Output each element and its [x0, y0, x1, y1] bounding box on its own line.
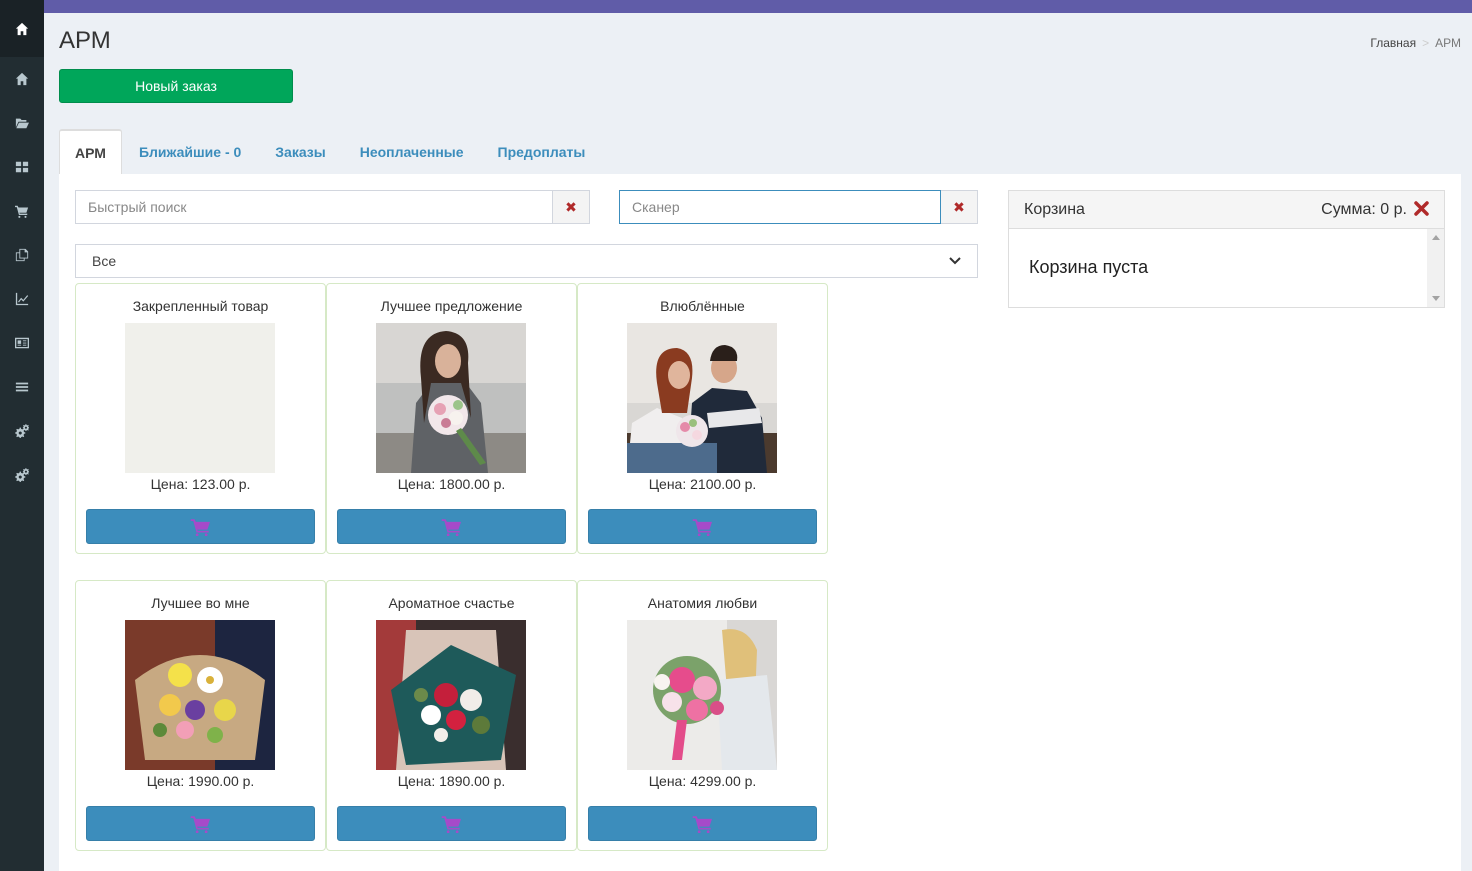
sidebar-item-settings[interactable] — [0, 409, 44, 453]
cart-header: Корзина Сумма: 0 р. — [1009, 191, 1444, 229]
sidebar-item-copies[interactable] — [0, 233, 44, 277]
sidebar-item-admin[interactable] — [0, 453, 44, 497]
product-card: Ароматное счастье Цена: 1890.00 р. — [326, 580, 577, 851]
product-price: Цена: 1890.00 р. — [397, 773, 506, 789]
category-select-value: Все — [92, 253, 117, 269]
cart-body: Корзина пуста — [1029, 257, 1149, 277]
cart-sum: Сумма: 0 р. — [1321, 200, 1407, 218]
product-image[interactable] — [376, 323, 526, 473]
line-chart-icon — [15, 292, 29, 306]
sidebar-item-folders[interactable] — [0, 101, 44, 145]
tab-arm[interactable]: АРМ — [59, 129, 122, 174]
product-name: Анатомия любви — [647, 595, 758, 611]
list-icon — [15, 382, 29, 392]
clear-cart-button[interactable] — [1414, 200, 1429, 220]
shopping-cart-icon — [190, 815, 210, 833]
product-card: Анатомия любви Цена: 4299.00 р. — [577, 580, 828, 851]
product-name: Лучшее во мне — [151, 595, 250, 611]
scanner-input[interactable] — [619, 190, 941, 224]
product-name: Лучшее предложение — [380, 298, 523, 314]
scanner-group: ✖ — [619, 190, 978, 224]
cogs-icon — [15, 468, 29, 482]
product-price: Цена: 2100.00 р. — [648, 476, 757, 492]
new-order-button[interactable]: Новый заказ — [59, 69, 293, 103]
chevron-down-icon — [949, 257, 961, 265]
tab-content-panel: ✖ ✖ Все Закрепленный товар Цена: 123.00 … — [59, 174, 1461, 871]
product-price: Цена: 123.00 р. — [150, 476, 251, 492]
home-icon — [15, 22, 29, 35]
page-title: АРМ — [59, 27, 111, 54]
shopping-cart-icon — [441, 815, 461, 833]
product-name: Закрепленный товар — [132, 298, 269, 314]
breadcrumb-current: АРМ — [1435, 36, 1461, 50]
sidebar-item-shop[interactable] — [0, 189, 44, 233]
sidebar-item-lists[interactable] — [0, 365, 44, 409]
shopping-cart-icon — [190, 518, 210, 536]
add-to-cart-button[interactable] — [337, 806, 566, 841]
product-name: Ароматное счастье — [388, 595, 515, 611]
scroll-down-arrow-icon[interactable] — [1432, 296, 1440, 301]
sidebar-item-dashboard[interactable] — [0, 57, 44, 101]
sidebar-item-reports[interactable] — [0, 277, 44, 321]
quick-search-group: ✖ — [75, 190, 590, 224]
shopping-cart-icon — [441, 518, 461, 536]
product-price: Цена: 1990.00 р. — [146, 773, 255, 789]
add-to-cart-button[interactable] — [86, 806, 315, 841]
product-card: Лучшее во мне Цена: 1990.00 р. — [75, 580, 326, 851]
dashboard-icon — [15, 161, 29, 173]
sidebar-item-home[interactable] — [0, 0, 44, 57]
product-image[interactable] — [125, 323, 275, 473]
product-name: Влюблённые — [660, 298, 745, 314]
product-card: Влюблённые Цена: 2100.00 р. — [577, 283, 828, 554]
folder-open-icon — [15, 118, 29, 129]
product-price: Цена: 1800.00 р. — [397, 476, 506, 492]
tab-orders[interactable]: Заказы — [258, 129, 342, 174]
add-to-cart-button[interactable] — [588, 806, 817, 841]
cart-scrollbar[interactable] — [1427, 229, 1444, 307]
shopping-cart-icon — [692, 518, 712, 536]
tab-upcoming[interactable]: Ближайшие - 0 — [122, 129, 258, 174]
sidebar — [0, 0, 44, 871]
close-icon: ✖ — [565, 198, 577, 215]
product-image[interactable] — [627, 620, 777, 770]
quick-search-input[interactable] — [75, 190, 553, 224]
tab-bar: АРМ Ближайшие - 0 Заказы Неоплаченные Пр… — [59, 129, 602, 174]
tab-unpaid[interactable]: Неоплаченные — [343, 129, 481, 174]
add-to-cart-button[interactable] — [588, 509, 817, 544]
cart-panel: Корзина Сумма: 0 р. Корзина пуста — [1008, 190, 1445, 308]
shopping-cart-icon — [15, 205, 29, 218]
scroll-up-arrow-icon[interactable] — [1432, 235, 1440, 240]
close-icon: ✖ — [953, 198, 965, 215]
sidebar-item-modules[interactable] — [0, 145, 44, 189]
breadcrumb-home-link[interactable]: Главная — [1370, 36, 1416, 50]
tab-prepayments[interactable]: Предоплаты — [481, 129, 603, 174]
breadcrumb: Главная > АРМ — [1370, 36, 1461, 50]
product-card: Закрепленный товар Цена: 123.00 р. — [75, 283, 326, 554]
top-accent-bar — [0, 0, 1472, 13]
cart-sum-group: Сумма: 0 р. — [1321, 200, 1429, 220]
category-select[interactable]: Все — [75, 244, 978, 278]
add-to-cart-button[interactable] — [337, 509, 566, 544]
product-price: Цена: 4299.00 р. — [648, 773, 757, 789]
close-icon — [1414, 200, 1429, 216]
cogs-icon — [15, 424, 29, 438]
add-to-cart-button[interactable] — [86, 509, 315, 544]
id-card-icon — [15, 337, 29, 349]
product-image[interactable] — [376, 620, 526, 770]
product-card: Лучшее предложение Цена: 1800.00 р. — [326, 283, 577, 554]
sidebar-item-contacts[interactable] — [0, 321, 44, 365]
breadcrumb-separator: > — [1422, 36, 1430, 50]
cart-title: Корзина — [1024, 200, 1085, 218]
scanner-clear-button[interactable]: ✖ — [941, 190, 978, 224]
shopping-cart-icon — [692, 815, 712, 833]
product-image[interactable] — [125, 620, 275, 770]
home-icon — [15, 72, 29, 86]
copy-icon — [15, 248, 29, 262]
product-image[interactable] — [627, 323, 777, 473]
quick-search-clear-button[interactable]: ✖ — [553, 190, 590, 224]
